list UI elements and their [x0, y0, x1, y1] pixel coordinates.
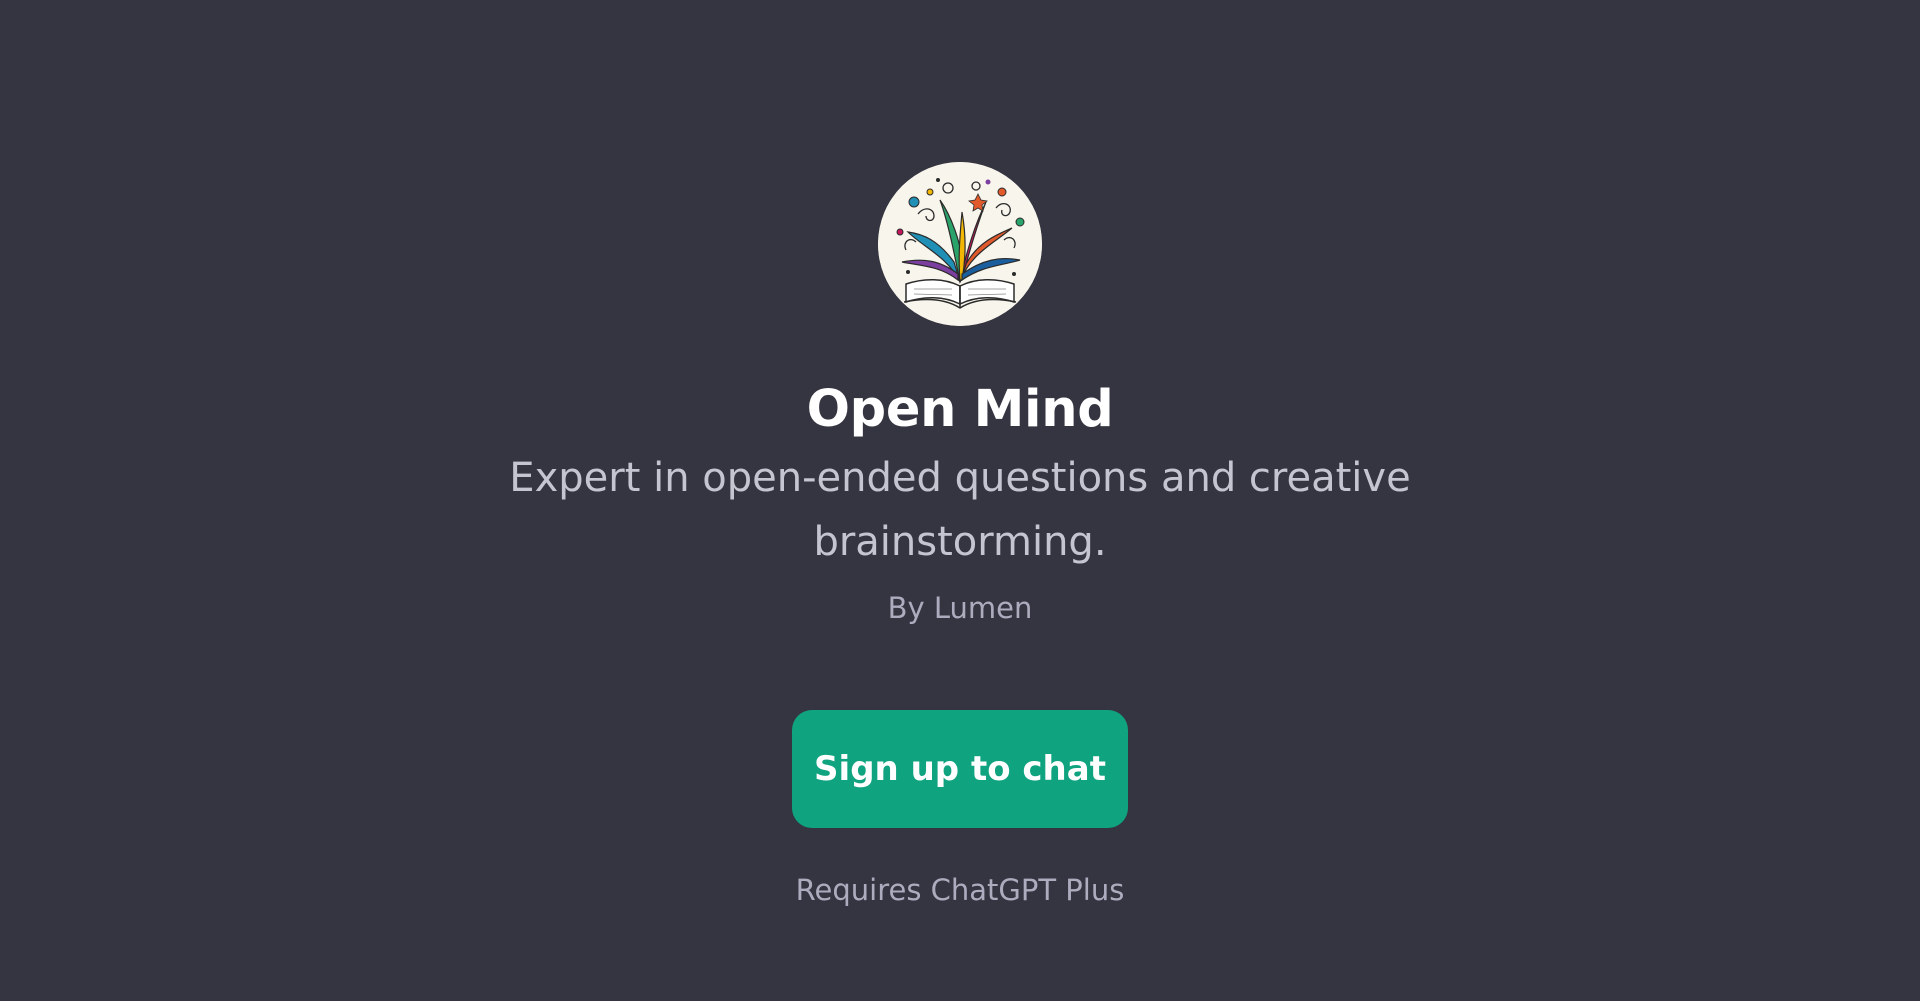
plus-requirement-note: Requires ChatGPT Plus [795, 873, 1125, 907]
gpt-author: By Lumen [887, 591, 1033, 625]
gpt-avatar [878, 162, 1042, 326]
gpt-description: Expert in open-ended questions and creat… [509, 455, 1411, 565]
gpt-title: Open Mind [806, 380, 1114, 439]
signup-button[interactable]: Sign up to chat [792, 710, 1128, 828]
gpt-landing-page: Open Mind Expert in open-ended questions… [0, 0, 1920, 1001]
open-book-with-colorful-ideas-icon [878, 162, 1042, 326]
